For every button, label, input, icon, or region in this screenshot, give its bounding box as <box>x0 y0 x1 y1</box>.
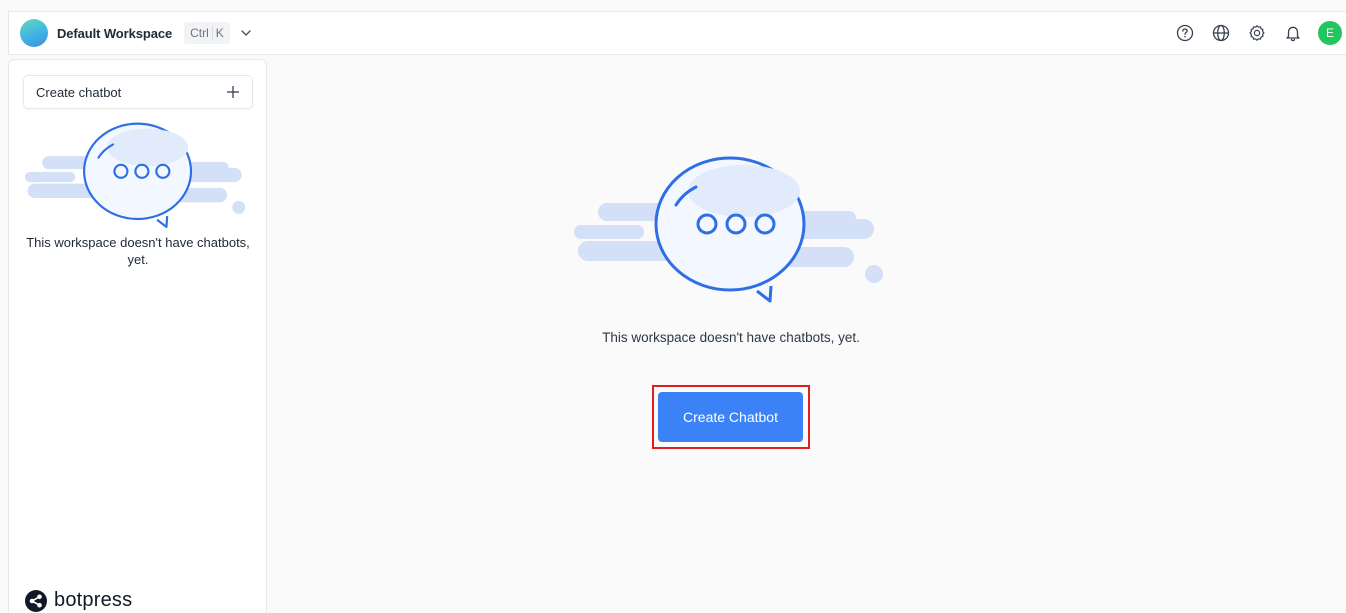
settings-icon[interactable] <box>1246 22 1268 44</box>
sidebar-empty-message: This workspace doesn't have chatbots, ye… <box>26 235 250 267</box>
brand: botpress <box>25 589 132 612</box>
workspace-avatar[interactable] <box>20 19 48 47</box>
chevron-down-icon[interactable] <box>239 26 253 40</box>
shortcut-hint: Ctrl K <box>184 22 230 44</box>
user-avatar[interactable]: E <box>1318 21 1342 45</box>
help-icon[interactable] <box>1174 22 1196 44</box>
empty-state-illustration <box>574 156 883 303</box>
main-empty-message: This workspace doesn't have chatbots, ye… <box>602 330 860 345</box>
globe-icon[interactable] <box>1210 22 1232 44</box>
plus-icon[interactable] <box>226 85 240 99</box>
top-actions: E <box>1160 12 1342 54</box>
top-bar: Default Workspace Ctrl K E <box>8 11 1346 55</box>
workspace-name[interactable]: Default Workspace <box>57 26 172 41</box>
shortcut-key-ctrl: Ctrl <box>190 26 209 40</box>
sidebar: Create chatbot This workspace doesn't ha… <box>8 59 267 613</box>
brand-name: botpress <box>54 589 133 611</box>
create-chatbot-label: Create chatbot <box>36 84 122 100</box>
bell-icon[interactable] <box>1282 22 1304 44</box>
app-root: Default Workspace Ctrl K E Create chatbo… <box>0 0 1346 613</box>
create-chatbot-button[interactable]: Create Chatbot <box>658 392 803 442</box>
chat-bubble-illustration <box>24 122 246 229</box>
shortcut-key-k: K <box>215 26 224 40</box>
create-chatbot-row[interactable]: Create chatbot <box>23 75 253 109</box>
botpress-logo-icon <box>25 589 47 612</box>
